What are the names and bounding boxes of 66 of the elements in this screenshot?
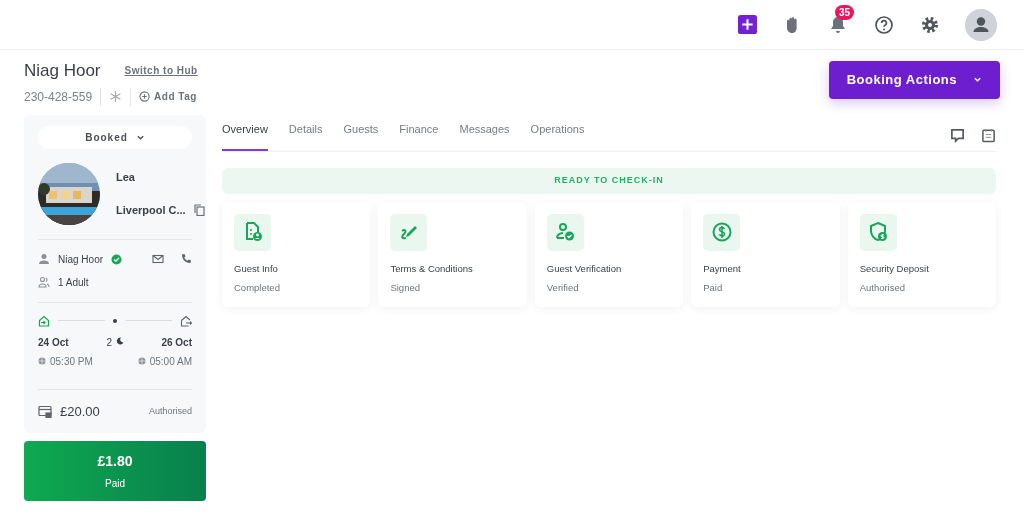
- step-title: Guest Verification: [546, 261, 623, 276]
- document-user-icon: [234, 213, 271, 251]
- tab[interactable]: Messages: [459, 114, 510, 151]
- tab[interactable]: Operations: [530, 114, 585, 151]
- step-card[interactable]: Security Deposit Authorised: [847, 201, 997, 307]
- step-title: Terms & Conditions: [390, 261, 474, 276]
- check-out-date: 26 Oct: [160, 335, 192, 350]
- step-status: Signed: [390, 280, 421, 295]
- dollar-icon: [703, 213, 741, 251]
- notification-count-badge: 35: [835, 4, 855, 20]
- globe-icon: [38, 357, 46, 365]
- night-count: 2: [106, 335, 113, 350]
- user-check-icon: [546, 213, 584, 251]
- booking-number: 230-428-559: [24, 88, 93, 106]
- step-card[interactable]: Payment Paid: [691, 201, 840, 307]
- card-lock-icon: [38, 404, 52, 418]
- calendar-icon[interactable]: [981, 128, 996, 143]
- step-status: Completed: [234, 280, 281, 295]
- status-banner: READY TO CHECK-IN: [222, 168, 996, 194]
- check-out-time: 05:00 AM: [149, 354, 192, 369]
- phone-icon[interactable]: [180, 253, 192, 265]
- step-card[interactable]: Terms & Conditions Signed: [378, 201, 527, 307]
- step-title: Payment: [703, 261, 742, 276]
- globe-icon: [137, 357, 146, 365]
- property-name: Lea: [116, 170, 136, 185]
- property-location: Liverpool C...: [116, 202, 186, 218]
- add-icon[interactable]: [738, 15, 757, 34]
- tab[interactable]: Overview: [222, 114, 268, 151]
- tab[interactable]: Guests: [343, 114, 379, 151]
- status-dropdown[interactable]: Booked: [38, 125, 192, 149]
- add-tag-button[interactable]: Add Tag: [139, 89, 197, 104]
- user-avatar-icon[interactable]: [965, 8, 997, 41]
- comment-icon[interactable]: [950, 128, 965, 143]
- moon-icon: [116, 336, 125, 345]
- check-in-icon: [38, 314, 50, 327]
- person-icon: [38, 253, 50, 265]
- step-title: Guest Info: [234, 261, 279, 276]
- deposit-status: Authorised: [148, 404, 192, 418]
- signature-icon: [390, 213, 428, 251]
- tab[interactable]: Details: [288, 114, 323, 151]
- step-title: Security Deposit: [859, 261, 930, 276]
- check-out-icon: [180, 314, 192, 327]
- step-card[interactable]: Guest Info Completed: [222, 201, 371, 307]
- deposit-amount: £20.00: [60, 402, 100, 421]
- check-in-date: 24 Oct: [38, 335, 70, 350]
- plus-circle-icon: [139, 91, 151, 102]
- step-status: Verified: [546, 280, 580, 295]
- guest-count: 1 Adult: [58, 275, 89, 290]
- step-status: Paid: [703, 280, 724, 295]
- tab[interactable]: Finance: [399, 114, 439, 151]
- copy-icon[interactable]: [193, 203, 205, 216]
- step-status: Authorised: [859, 280, 907, 295]
- switch-to-hub-link[interactable]: Switch to Hub: [124, 63, 198, 79]
- paid-amount: £1.80: [96, 452, 134, 471]
- booking-actions-button[interactable]: Booking Actions: [828, 61, 1000, 99]
- people-icon: [38, 276, 50, 288]
- check-in-time: 05:30 PM: [50, 354, 93, 369]
- paid-label: Paid: [104, 477, 126, 491]
- guest-name: Niag Hoor: [58, 252, 104, 267]
- timeline-dot-icon: [113, 318, 117, 323]
- help-icon[interactable]: [873, 13, 895, 36]
- guest-name: Niag Hoor: [24, 60, 101, 82]
- email-icon[interactable]: [152, 253, 164, 265]
- step-card[interactable]: Guest Verification Verified: [534, 201, 684, 307]
- caret-icon: [973, 75, 982, 85]
- shield-dollar-icon: [859, 213, 897, 251]
